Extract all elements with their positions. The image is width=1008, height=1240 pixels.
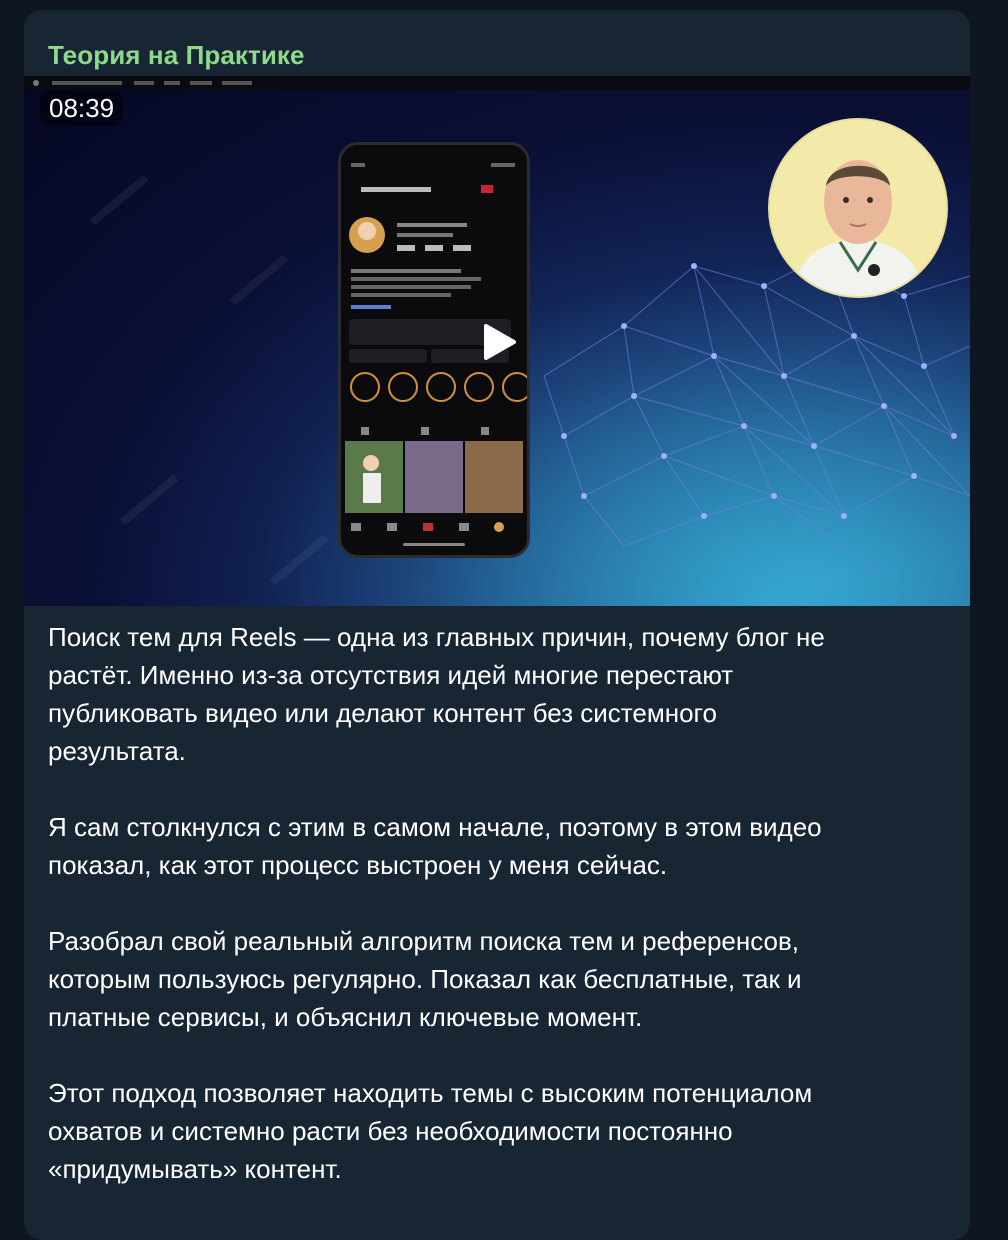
message-text: Поиск тем для Reels — одна из главных пр…	[48, 618, 948, 1226]
message-paragraph: Поиск тем для Reels — одна из главных пр…	[48, 622, 825, 766]
message-paragraph: Я сам столкнулся с этим в самом начале, …	[48, 812, 822, 880]
message-paragraph: Этот подход позволяет находить темы с вы…	[48, 1078, 813, 1184]
speaker-avatar	[768, 118, 948, 298]
play-icon[interactable]	[476, 320, 520, 364]
screen-recording-menubar	[24, 76, 970, 90]
message-paragraph: Разобрал свой реальный алгоритм поиска т…	[48, 926, 802, 1032]
message-bubble: Теория на Практике 08:39 Поиск тем для R…	[24, 10, 970, 1240]
channel-name[interactable]: Теория на Практике	[48, 40, 305, 71]
video-preview[interactable]: 08:39	[24, 76, 970, 606]
video-duration: 08:39	[40, 90, 124, 126]
